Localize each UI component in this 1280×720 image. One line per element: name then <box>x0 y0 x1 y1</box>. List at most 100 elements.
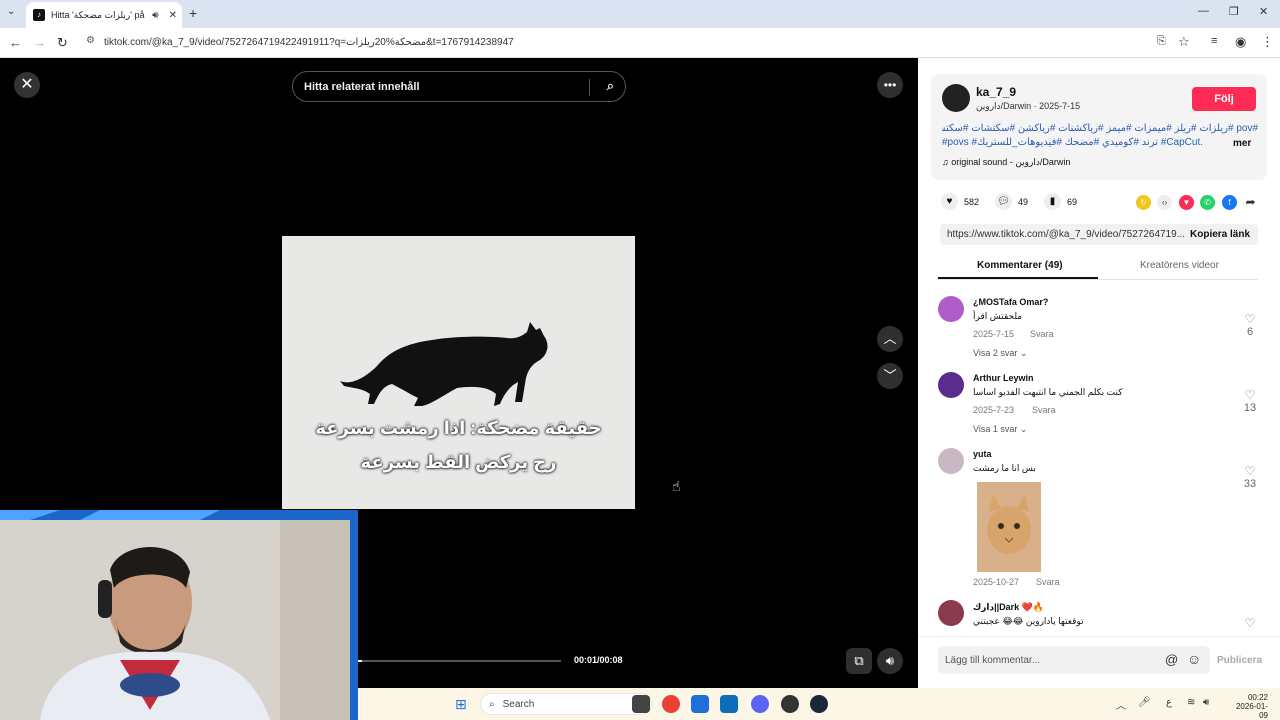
emoji-icon[interactable]: ☺ <box>1187 651 1201 667</box>
tab-creator-videos[interactable]: Kreatörens videor <box>1140 260 1219 271</box>
view-replies-button[interactable]: Visa 2 svar ⌄ <box>973 348 1027 359</box>
comment-avatar[interactable] <box>938 448 964 474</box>
wifi-icon[interactable]: ≋ <box>1187 697 1195 708</box>
heart-icon[interactable]: ♥ <box>941 193 958 210</box>
reply-button[interactable]: Svara <box>1036 577 1060 587</box>
view-replies-button[interactable]: Visa 1 svar ⌄ <box>973 424 1027 435</box>
reply-button[interactable]: Svara <box>1030 329 1054 339</box>
hashtags-line1[interactable]: #pov #ريلزات #ريلز #ميمزات #ميمز #رياكشن… <box>942 123 1258 134</box>
view-replies-label: Visa 1 svar <box>973 424 1018 434</box>
follow-button[interactable]: Följ <box>1192 87 1256 111</box>
comment-like-icon[interactable]: ♡ <box>1240 616 1260 630</box>
mouse-cursor-icon: ☝ <box>672 478 681 494</box>
steam-icon[interactable] <box>810 695 828 713</box>
comment-avatar[interactable] <box>938 296 964 322</box>
copy-link-button[interactable]: Kopiera länk <box>1190 224 1250 245</box>
more-description-button[interactable]: mer <box>1233 138 1251 149</box>
back-icon[interactable]: ← <box>9 35 22 50</box>
author-avatar[interactable] <box>942 84 970 112</box>
tab-list-icon[interactable]: ⌄ <box>7 6 15 17</box>
bookmark-icon[interactable]: ▮ <box>1044 193 1061 210</box>
comment-author[interactable]: Arthur Leywin <box>973 373 1034 383</box>
task-view-icon[interactable] <box>632 695 650 713</box>
new-tab-icon[interactable]: + <box>189 5 197 21</box>
taskbar-search[interactable]: ⌕ Search <box>480 693 652 715</box>
tab-comments[interactable]: Kommentarer (49) <box>977 260 1063 271</box>
comment-icon[interactable]: 💬︎ <box>995 193 1012 210</box>
clock-date: 2026-01-09 <box>1235 702 1268 720</box>
comment-author-name: دارك||Dark <box>973 602 1020 612</box>
search-icon[interactable]: ⌕ <box>607 78 614 94</box>
browser-menu-icon[interactable]: ⋮ <box>1261 34 1274 50</box>
comment-author[interactable]: ¿MOSTafa Omar? <box>973 297 1048 307</box>
tab-close-icon[interactable]: ✕ <box>169 10 177 21</box>
related-search-input[interactable]: Hitta relaterat innehåll ⌕ <box>292 71 626 102</box>
comment-like-icon[interactable]: ♡ <box>1240 464 1260 478</box>
author-subline: داروين/Darwin · 2025-7-15 <box>976 101 1081 111</box>
comment-input[interactable]: Lägg till kommentar... @ ☺ <box>938 646 1210 674</box>
coin-share-icon[interactable]: ↻ <box>1136 195 1151 210</box>
obs-icon[interactable] <box>781 695 799 713</box>
comment-image-cat[interactable] <box>977 482 1041 572</box>
comment-like-icon[interactable]: ♡ <box>1240 388 1260 402</box>
taskbar-search-label: Search <box>502 698 535 710</box>
profile-icon[interactable]: ◉ <box>1235 34 1246 50</box>
outlook-icon[interactable] <box>720 695 738 713</box>
facebook-icon[interactable]: f <box>1222 195 1237 210</box>
search-divider <box>589 79 590 96</box>
comment-avatar[interactable] <box>938 372 964 398</box>
taskbar-clock[interactable]: 00:22 2026-01-09 <box>1228 693 1268 720</box>
keyboard-language-icon[interactable]: ع <box>1166 697 1172 708</box>
next-video-button[interactable]: ﹀ <box>877 363 903 389</box>
media-control-icon[interactable]: ≡ <box>1211 35 1217 47</box>
forward-icon[interactable]: → <box>33 35 46 50</box>
comment-author[interactable]: yuta <box>973 449 992 459</box>
minimize-icon[interactable]: — <box>1198 5 1209 17</box>
like-stat[interactable]: ♥ 582 <box>941 193 979 210</box>
author-username[interactable]: ka_7_9 <box>976 85 1016 99</box>
install-app-icon[interactable]: ⎘ <box>1157 35 1166 48</box>
speaker-icon[interactable]: 🔊︎ <box>1203 697 1209 708</box>
chrome-icon[interactable] <box>662 695 680 713</box>
whatsapp-icon[interactable]: ✆ <box>1200 195 1215 210</box>
microphone-icon[interactable]: 🎤︎ <box>1138 697 1151 708</box>
webcam-overlay <box>0 510 358 720</box>
browser-tab[interactable]: ♪ Hitta 'ریلزات مضحكة' på TikTok 🔊︎ ✕ <box>26 2 182 28</box>
close-video-button[interactable]: ✕ <box>14 72 40 98</box>
audio-icon[interactable]: 🔊︎ <box>152 10 158 21</box>
comment-author[interactable]: دارك||Dark ❤️🔥 <box>973 602 1044 613</box>
clock-time: 00:22 <box>1247 693 1268 702</box>
discord-icon[interactable] <box>751 695 769 713</box>
tray-chevron-icon[interactable]: ︿ <box>1116 697 1126 712</box>
previous-video-button[interactable]: ︿ <box>877 326 903 352</box>
url-field[interactable]: ⚙ tiktok.com/@ka_7_9/video/7527264719422… <box>80 31 1190 53</box>
bookmark-star-icon[interactable]: ☆ <box>1178 34 1190 50</box>
reply-button[interactable]: Svara <box>1032 405 1056 415</box>
comment-stat[interactable]: 💬︎ 49 <box>995 193 1028 210</box>
send-to-friend-icon[interactable]: ▼ <box>1179 195 1194 210</box>
reload-icon[interactable]: ↻ <box>57 35 68 51</box>
windows-start-icon[interactable]: ⊞ <box>455 696 467 713</box>
tab-title: Hitta 'ریلزات مضحكة' på TikTok <box>51 9 147 20</box>
restore-icon[interactable]: ❐ <box>1229 5 1239 18</box>
publish-button[interactable]: Publicera <box>1217 655 1262 666</box>
floating-player-button[interactable]: ⧉ <box>846 648 872 674</box>
window-close-icon[interactable]: ✕ <box>1259 5 1268 18</box>
embed-code-icon[interactable]: ‹› <box>1157 195 1172 210</box>
more-options-button[interactable]: ••• <box>877 72 903 98</box>
share-arrow-icon[interactable]: ➦ <box>1243 195 1258 210</box>
hashtags-line2[interactable]: #povs #ترند #كوميدي #مضحك #فيديوهات_للست… <box>942 137 1202 148</box>
view-replies-label: Visa 2 svar <box>973 348 1018 358</box>
volume-button[interactable]: 🔊︎ <box>877 648 903 674</box>
mention-icon[interactable]: @ <box>1165 652 1178 667</box>
comment-avatar[interactable] <box>938 600 964 626</box>
url-text: tiktok.com/@ka_7_9/video/752726471942249… <box>104 36 514 48</box>
sound-label: original sound - داروين/Darwin <box>951 157 1071 167</box>
search-placeholder: Hitta relaterat innehåll <box>304 80 420 93</box>
comment-like-icon[interactable]: ♡ <box>1240 312 1260 326</box>
original-sound-link[interactable]: ♫ original sound - داروين/Darwin <box>942 157 1070 168</box>
store-icon[interactable] <box>691 695 709 713</box>
save-stat[interactable]: ▮ 69 <box>1044 193 1077 210</box>
video-progress-bar[interactable] <box>358 660 561 662</box>
site-info-icon[interactable]: ⚙ <box>86 35 95 46</box>
